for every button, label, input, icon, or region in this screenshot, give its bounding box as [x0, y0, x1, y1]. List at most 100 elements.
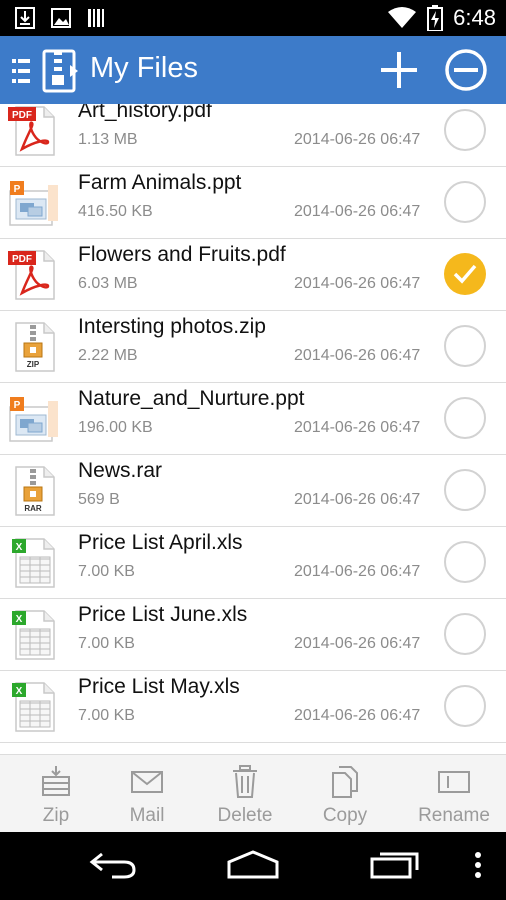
mail-icon	[131, 771, 163, 793]
file-size: 2.22 MB	[78, 347, 138, 364]
svg-text:P: P	[14, 400, 21, 411]
checkmark-icon	[453, 264, 477, 284]
file-size: 7.00 KB	[78, 635, 135, 652]
file-row[interactable]: ZIP Intersting photos.zip 2.22 MB 2014-06-2…	[0, 311, 506, 383]
download-icon	[15, 7, 35, 29]
xls-file-icon: X	[8, 609, 60, 661]
ppt-file-icon: P	[8, 393, 60, 445]
barcode-icon	[88, 9, 104, 27]
drawer-menu-icon[interactable]	[12, 56, 32, 86]
mail-label: Mail	[129, 805, 165, 826]
checkbox[interactable]	[444, 613, 486, 655]
notification-icons	[14, 6, 108, 30]
file-date: 2014-06-26 06:47	[294, 563, 421, 580]
pdf-file-icon: PDF	[8, 249, 60, 301]
copy-label: Copy	[322, 805, 368, 826]
svg-text:P: P	[14, 184, 21, 195]
file-size: 196.00 KB	[78, 419, 153, 436]
file-list[interactable]: PDF Art_history.pdf 1.13 MB 2014-06-26 06:4…	[0, 104, 506, 754]
rename-icon	[438, 771, 470, 793]
overflow-menu-icon[interactable]	[472, 850, 484, 880]
file-date: 2014-06-26 06:47	[294, 707, 421, 724]
status-bar: 6:48	[0, 0, 506, 36]
svg-text:X: X	[16, 542, 23, 553]
mail-button[interactable]: Mail	[124, 765, 170, 827]
file-size: 7.00 KB	[78, 563, 135, 580]
image-icon	[51, 8, 71, 28]
file-row[interactable]: PDF Flowers and Fruits.pdf 6.03 MB 2014-06-…	[0, 239, 506, 311]
zip-file-icon: ZIP	[8, 321, 60, 373]
file-name: Price List April.xls	[78, 531, 243, 554]
file-size: 569 B	[78, 491, 120, 508]
xls-file-icon: X	[8, 537, 60, 589]
checkbox[interactable]	[444, 541, 486, 583]
zip-label: Zip	[42, 805, 70, 826]
file-size: 7.00 KB	[78, 707, 135, 724]
system-nav-bar	[0, 832, 506, 900]
wifi-icon	[388, 7, 417, 28]
svg-text:X: X	[16, 614, 23, 625]
checkbox[interactable]	[444, 469, 486, 511]
file-date: 2014-06-26 06:47	[294, 203, 421, 220]
file-row[interactable]: PDF Art_history.pdf 1.13 MB 2014-06-26 06:4…	[0, 104, 506, 167]
file-name: Flowers and Fruits.pdf	[78, 243, 286, 266]
file-row[interactable]: RAR News.rar 569 B 2014-06-26 06:47	[0, 455, 506, 527]
file-date: 2014-06-26 06:47	[294, 275, 421, 292]
svg-text:ZIP: ZIP	[27, 360, 40, 369]
file-date: 2014-06-26 06:47	[294, 491, 421, 508]
copy-button[interactable]: Copy	[320, 765, 370, 827]
zip-button[interactable]: Zip	[34, 765, 78, 827]
file-row[interactable]: P Nature_and_Nurture.ppt 196.00 KB 2014-06-…	[0, 383, 506, 455]
file-size: 416.50 KB	[78, 203, 153, 220]
remove-icon[interactable]	[444, 48, 488, 92]
file-date: 2014-06-26 06:47	[294, 635, 421, 652]
checkbox[interactable]	[444, 685, 486, 727]
rename-label: Rename	[418, 805, 490, 826]
rar-file-icon: RAR	[8, 465, 60, 517]
checkbox[interactable]	[444, 109, 486, 151]
zip-icon	[42, 766, 70, 796]
checkbox[interactable]	[444, 397, 486, 439]
file-row[interactable]: X Price List April.xls 7.00 KB 2014-06-26 0…	[0, 527, 506, 599]
clock: 6:48	[453, 5, 496, 30]
trash-icon	[233, 765, 257, 798]
delete-button[interactable]: Delete	[214, 765, 276, 827]
checkbox[interactable]	[444, 181, 486, 223]
xls-file-icon: X	[8, 681, 60, 733]
checkbox[interactable]	[444, 325, 486, 367]
copy-icon	[332, 766, 358, 798]
file-name: Art_history.pdf	[78, 104, 212, 122]
file-row[interactable]: P Farm Animals.ppt 416.50 KB 2014-06-26 06:…	[0, 167, 506, 239]
delete-label: Delete	[217, 805, 273, 826]
file-size: 1.13 MB	[78, 131, 138, 148]
pdf-file-icon: PDF	[8, 105, 60, 157]
file-name: News.rar	[78, 459, 163, 482]
home-icon[interactable]	[226, 850, 280, 880]
back-icon[interactable]	[88, 850, 138, 880]
page-title: My Files	[90, 52, 198, 84]
file-date: 2014-06-26 06:47	[294, 347, 421, 364]
action-toolbar: Zip Mail Delete Copy Rename	[0, 754, 506, 832]
file-name: Farm Animals.ppt	[78, 171, 242, 194]
app-bar: My Files	[0, 36, 506, 104]
add-icon[interactable]	[378, 48, 420, 92]
file-name: Price List May.xls	[78, 675, 240, 698]
file-row[interactable]: X Price List June.xls 7.00 KB 2014-06-26 06…	[0, 599, 506, 671]
battery-charging-icon	[427, 5, 444, 31]
file-name: Intersting photos.zip	[78, 315, 266, 338]
svg-text:RAR: RAR	[24, 504, 42, 513]
file-row[interactable]: X Price List May.xls 7.00 KB 2014-06-26 06:…	[0, 671, 506, 743]
svg-text:PDF: PDF	[12, 110, 32, 121]
file-name: Price List June.xls	[78, 603, 248, 626]
file-size: 6.03 MB	[78, 275, 138, 292]
file-date: 2014-06-26 06:47	[294, 131, 421, 148]
recent-apps-icon[interactable]	[370, 850, 420, 880]
rename-button[interactable]: Rename	[416, 765, 492, 827]
ppt-file-icon: P	[8, 177, 60, 229]
file-name: Nature_and_Nurture.ppt	[78, 387, 305, 410]
svg-text:X: X	[16, 686, 23, 697]
svg-text:PDF: PDF	[12, 254, 32, 265]
file-date: 2014-06-26 06:47	[294, 419, 421, 436]
zip-logo-icon	[42, 49, 78, 93]
checkbox-checked[interactable]	[444, 253, 486, 295]
